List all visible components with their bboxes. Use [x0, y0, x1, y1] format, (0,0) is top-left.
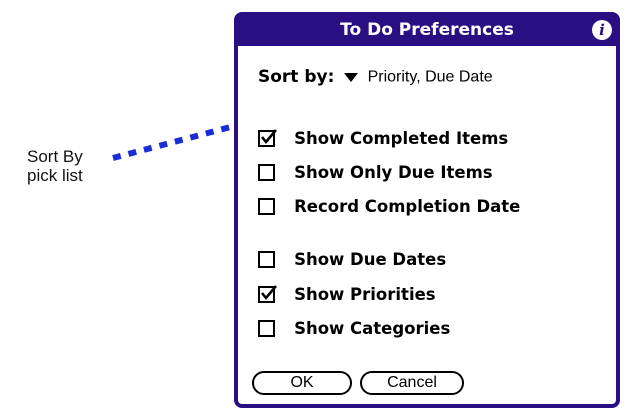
- checkbox-record-completion-date[interactable]: [258, 198, 275, 215]
- checkbox-show-completed-items[interactable]: [258, 129, 277, 147]
- option-show-priorities[interactable]: Show Priorities: [258, 284, 436, 308]
- checkbox-show-priorities[interactable]: [258, 285, 277, 303]
- label-show-due-dates: Show Due Dates: [294, 250, 447, 269]
- option-show-due-dates[interactable]: Show Due Dates: [258, 249, 446, 273]
- checkbox-show-due-dates[interactable]: [258, 251, 275, 268]
- cancel-button[interactable]: Cancel: [360, 371, 464, 395]
- option-show-completed-items[interactable]: Show Completed Items: [258, 128, 508, 152]
- checkmark-icon: [260, 285, 277, 301]
- label-show-only-due-items: Show Only Due Items: [294, 163, 493, 182]
- option-show-categories[interactable]: Show Categories: [258, 318, 450, 342]
- label-show-priorities: Show Priorities: [294, 285, 436, 304]
- callout-label: Sort By pick list: [27, 147, 137, 185]
- to-do-preferences-dialog: To Do Preferences i Sort by: Priority, D…: [234, 12, 620, 408]
- dialog-title-bar: To Do Preferences i: [238, 16, 616, 46]
- checkbox-show-categories[interactable]: [258, 320, 275, 337]
- label-show-completed-items: Show Completed Items: [294, 129, 509, 148]
- sort-by-label: Sort by:: [258, 66, 335, 87]
- option-record-completion-date[interactable]: Record Completion Date: [258, 196, 520, 220]
- dialog-title: To Do Preferences: [340, 20, 514, 40]
- sort-by-value: Priority, Due Date: [367, 68, 493, 86]
- callout-line-1: Sort By: [27, 147, 83, 166]
- option-show-only-due-items[interactable]: Show Only Due Items: [258, 162, 493, 186]
- dropdown-triangle-icon: [343, 72, 358, 82]
- checkbox-show-only-due-items[interactable]: [258, 164, 275, 181]
- label-record-completion-date: Record Completion Date: [294, 197, 521, 216]
- label-show-categories: Show Categories: [294, 319, 451, 338]
- ok-button[interactable]: OK: [252, 371, 352, 395]
- info-icon[interactable]: i: [592, 20, 612, 40]
- sort-by-row: Sort by: Priority, Due Date: [258, 66, 493, 90]
- checkmark-icon: [260, 129, 277, 145]
- callout-line-2: pick list: [27, 166, 83, 185]
- sort-by-pick-list[interactable]: Priority, Due Date: [343, 67, 493, 87]
